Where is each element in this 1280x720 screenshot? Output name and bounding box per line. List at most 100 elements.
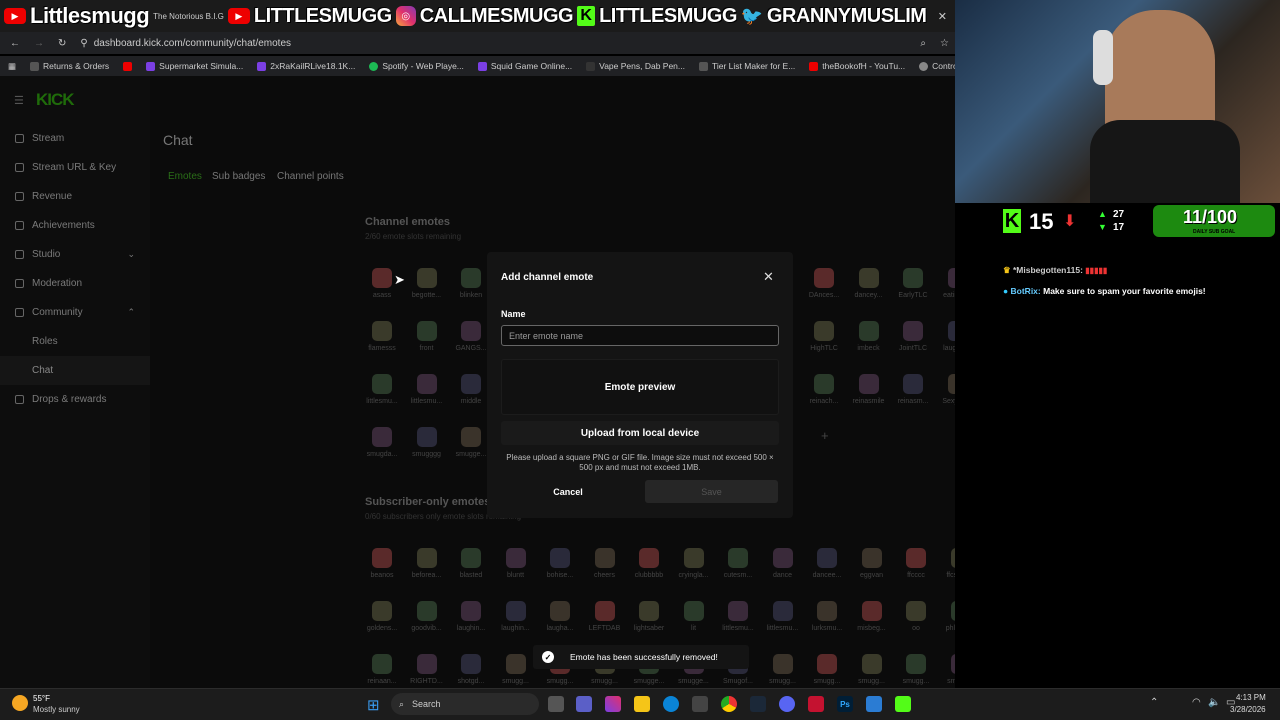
emote-item[interactable]: smugg...	[807, 654, 847, 685]
steam-icon[interactable]	[750, 696, 766, 712]
emote-item[interactable]: misbeg...	[852, 601, 892, 632]
emote-item[interactable]: littlesmu...	[362, 374, 402, 405]
bookmark-item[interactable]: 2xRaKailRLive18.1K...	[257, 61, 355, 71]
tab-channel-points[interactable]: Channel points	[277, 171, 344, 182]
kick-app-icon[interactable]	[895, 696, 911, 712]
emote-item[interactable]: dancey...	[849, 268, 889, 299]
back-icon[interactable]: ←	[10, 38, 20, 49]
bookmark-item[interactable]	[123, 61, 133, 71]
file-explorer-icon[interactable]	[634, 696, 650, 712]
emote-item[interactable]: lit	[674, 601, 714, 632]
sidebar-item-chat[interactable]: Chat	[0, 356, 150, 385]
weather-temp[interactable]: 55°F	[33, 694, 50, 703]
emote-item[interactable]: JointTLC	[893, 321, 933, 352]
emote-item[interactable]: cryingla...	[674, 548, 714, 579]
tab-emotes[interactable]: Emotes	[168, 171, 202, 182]
clock-time[interactable]: 4:13 PM	[1236, 693, 1266, 702]
emote-item[interactable]: GANGS...	[451, 321, 491, 352]
emote-item[interactable]: reinaan...	[362, 654, 402, 685]
reload-icon[interactable]: ↻	[58, 38, 66, 49]
emote-item[interactable]: smugg...	[896, 654, 936, 685]
task-view-icon[interactable]	[548, 696, 564, 712]
store-icon[interactable]	[692, 696, 708, 712]
kick-logo[interactable]: KICK	[36, 90, 75, 110]
photoshop-icon[interactable]: Ps	[837, 696, 853, 712]
copilot-icon[interactable]	[605, 696, 621, 712]
emote-item[interactable]: reinasm...	[893, 374, 933, 405]
emote-item[interactable]: smugggg	[407, 427, 447, 458]
sidebar-item-roles[interactable]: Roles	[0, 327, 150, 356]
emote-item[interactable]: ffcccc	[896, 548, 936, 579]
bookmark-item[interactable]: Spotify - Web Playe...	[369, 61, 464, 71]
emote-item[interactable]: beanos	[362, 548, 402, 579]
clock-date[interactable]: 3/28/2026	[1230, 705, 1266, 714]
add-emote-icon[interactable]: +	[821, 428, 829, 443]
emote-item[interactable]: blinken	[451, 268, 491, 299]
sidebar-item-achievements[interactable]: Achievements	[0, 211, 150, 240]
emote-item[interactable]: littlesmu...	[718, 601, 758, 632]
chevron-up-icon[interactable]: ⌃	[1150, 697, 1158, 708]
emote-item[interactable]: middle	[451, 374, 491, 405]
sidebar-item-stream-url[interactable]: Stream URL & Key	[0, 153, 150, 182]
emote-item[interactable]: cheers	[585, 548, 625, 579]
emote-item[interactable]: dance	[763, 548, 803, 579]
sidebar-item-studio[interactable]: Studio ⌄	[0, 240, 150, 269]
sidebar-item-stream[interactable]: Stream	[0, 124, 150, 153]
upload-button[interactable]: Upload from local device	[501, 421, 779, 445]
taskbar-search[interactable]: ⌕ Search	[391, 693, 539, 715]
bookmark-item[interactable]: Vape Pens, Dab Pen...	[586, 61, 685, 71]
bookmark-item[interactable]: theBookofH - YouTu...	[809, 61, 905, 71]
emote-item[interactable]: shotgd...	[451, 654, 491, 685]
menu-icon[interactable]: ☰	[14, 94, 24, 107]
sidebar-item-moderation[interactable]: Moderation	[0, 269, 150, 298]
emote-item[interactable]: lightsaber	[629, 601, 669, 632]
emote-item[interactable]: smugg...	[852, 654, 892, 685]
emote-item[interactable]: blasted	[451, 548, 491, 579]
sidebar-item-revenue[interactable]: Revenue	[0, 182, 150, 211]
url-text[interactable]: dashboard.kick.com/community/chat/emotes	[94, 38, 291, 49]
edge-icon[interactable]	[663, 696, 679, 712]
bookmark-star-icon[interactable]: ☆	[940, 38, 955, 49]
emote-item[interactable]: smugg...	[763, 654, 803, 685]
notepad-icon[interactable]	[866, 696, 882, 712]
emote-item[interactable]: laugha...	[540, 601, 580, 632]
sidebar-item-drops[interactable]: Drops & rewards	[0, 385, 150, 414]
bookmark-item[interactable]: Squid Game Online...	[477, 61, 572, 71]
emote-item[interactable]: cutesm...	[718, 548, 758, 579]
sidebar-item-community[interactable]: Community ⌃	[0, 298, 150, 327]
emote-name-input[interactable]	[501, 325, 779, 346]
emote-item[interactable]: EarlyTLC	[893, 268, 933, 299]
emote-item[interactable]: smugda...	[362, 427, 402, 458]
emote-item[interactable]: smugg...	[496, 654, 536, 685]
emote-item[interactable]: begotte...	[407, 268, 447, 299]
emote-item[interactable]: littlesmu...	[763, 601, 803, 632]
emote-item[interactable]: HighTLC	[804, 321, 844, 352]
site-info-icon[interactable]: ⚲	[80, 38, 87, 49]
teams-icon[interactable]	[576, 696, 592, 712]
bookmark-item[interactable]: Returns & Orders	[30, 61, 109, 71]
emote-item[interactable]: imbeck	[849, 321, 889, 352]
emote-item[interactable]: laughin...	[496, 601, 536, 632]
emote-item[interactable]: smugge...	[451, 427, 491, 458]
window-close-icon[interactable]: ✕	[938, 10, 955, 23]
zoom-icon[interactable]: ⌕	[920, 38, 926, 49]
emote-item[interactable]: reinach...	[804, 374, 844, 405]
wifi-icon[interactable]: ◠	[1192, 697, 1201, 708]
emote-item[interactable]: oo	[896, 601, 936, 632]
emote-item[interactable]: goodvib...	[407, 601, 447, 632]
emote-item[interactable]: DAnces...	[804, 268, 844, 299]
emote-item[interactable]: goldens...	[362, 601, 402, 632]
forward-icon[interactable]: →	[34, 38, 44, 49]
bookmark-item[interactable]: Control Room	[919, 61, 955, 71]
save-button[interactable]: Save	[645, 480, 778, 503]
weather-desc[interactable]: Mostly sunny	[33, 705, 80, 714]
emote-item[interactable]: flamesss	[362, 321, 402, 352]
emote-item[interactable]: front	[407, 321, 447, 352]
volume-icon[interactable]: 🔈	[1208, 697, 1220, 708]
close-icon[interactable]: ✕	[763, 269, 774, 285]
bookmark-item[interactable]: Tier List Maker for E...	[699, 61, 795, 71]
apps-icon[interactable]: ▦	[8, 61, 16, 72]
windows-start-icon[interactable]: ⊞	[367, 696, 380, 714]
emote-item[interactable]: LEFTDAB	[585, 601, 625, 632]
emote-item[interactable]: bohise...	[540, 548, 580, 579]
